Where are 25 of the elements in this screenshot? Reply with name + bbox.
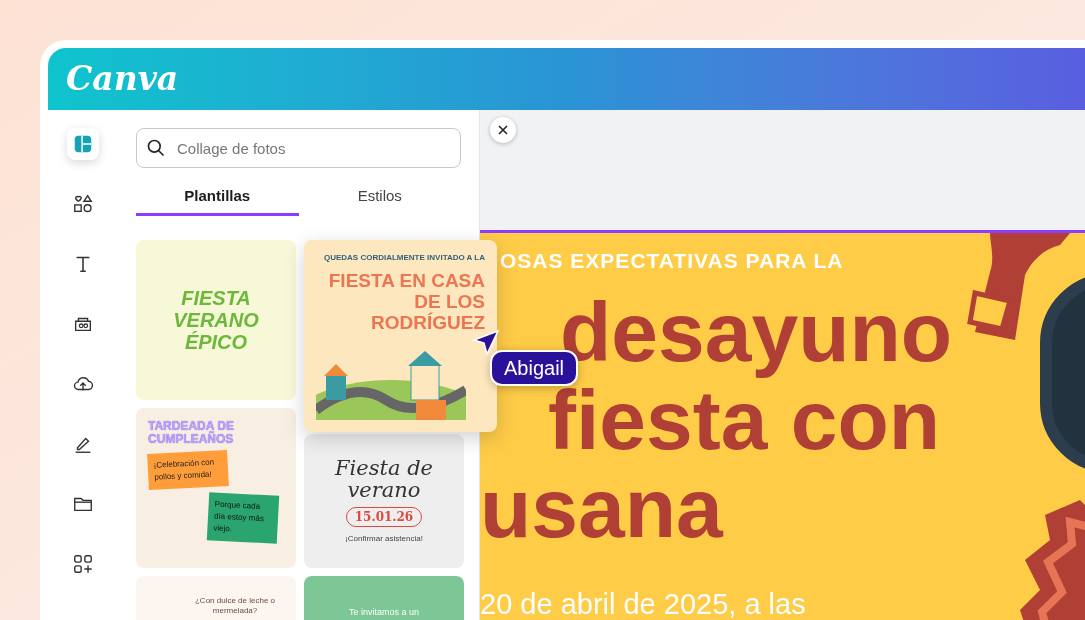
tab[interactable]: Plantillas — [136, 180, 299, 216]
search-field[interactable]: Collage de fotos — [136, 128, 461, 168]
template-text: Porque cada día estoy más viejo. — [206, 492, 280, 544]
template-thumbnail[interactable]: TARDEADA DE CUMPLEAÑOS ¡Celebración con pollos y comida! Porque cada día estoy más viejo. — [136, 408, 296, 568]
shapes-icon — [72, 193, 94, 215]
template-text: ¡Confirmar asistencia! — [344, 533, 424, 545]
close-icon — [498, 125, 508, 135]
template-text: FIESTA VERANO ÉPICO — [172, 287, 260, 353]
cursor-icon — [472, 328, 500, 356]
apps-icon — [72, 553, 94, 575]
design-text: OSAS EXPECTATIVAS PARA LA — [500, 248, 844, 274]
template-text: ¿Con dulce de leche o mermelada? — [193, 596, 277, 616]
design-heading: usana — [480, 464, 723, 552]
template-thumbnail[interactable]: QUEDAS CORDIALMENTE INVITADO A LA FIESTA EN CASA DE LOS RODRÍGUEZ — [304, 240, 497, 432]
template-text: TARDEADA DE CUMPLEAÑOS — [148, 420, 235, 446]
template-thumbnail[interactable]: Fiesta de verano 15.01.26 ¡Confirmar asistencia! — [304, 434, 464, 568]
template-thumbnail[interactable]: ¿Con dulce de leche o mermelada? — [136, 576, 296, 620]
close-button[interactable] — [490, 117, 516, 143]
tab[interactable]: Estilos — [298, 180, 461, 216]
template-text: ¡Celebración con pollos y comida! — [147, 449, 229, 491]
template-text: Fiesta de verano — [333, 457, 434, 501]
layout-icon — [72, 133, 94, 155]
template-text: Te invitamos a un — [347, 606, 420, 619]
design-text: 20 de abril de 2025, a las — [480, 587, 806, 620]
search-icon — [146, 138, 166, 158]
